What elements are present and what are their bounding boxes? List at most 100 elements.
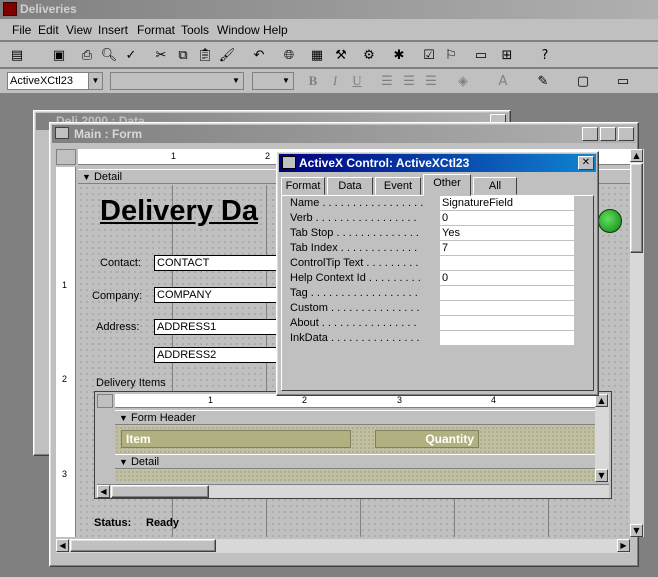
address2-field[interactable]: ADDRESS2 <box>154 347 284 363</box>
object-selector[interactable]: ActiveXCtl23 ▼ <box>7 72 103 90</box>
bold-button[interactable]: B <box>302 70 324 92</box>
subform-header-band[interactable]: Item Quantity <box>115 426 609 454</box>
special-effect-icon[interactable]: ▭ <box>612 70 634 92</box>
company-label[interactable]: Company: <box>92 290 142 302</box>
italic-button[interactable]: I <box>324 70 346 92</box>
menu-help[interactable]: Help <box>263 21 288 39</box>
paste-icon[interactable]: 📋︎ <box>194 44 216 66</box>
align-center-icon[interactable]: ☰ <box>398 70 420 92</box>
property-row-inkdata[interactable]: InkData . . . . . . . . . . . . . . . <box>282 331 574 346</box>
tab-data[interactable]: Data <box>327 177 373 195</box>
properties-dialog[interactable]: ActiveX Control: ActiveXCtl23 ✕ Format D… <box>276 151 599 396</box>
property-value[interactable] <box>440 316 574 331</box>
address1-field[interactable]: ADDRESS1 <box>154 319 284 335</box>
delivery-items-label[interactable]: Delivery Items <box>96 377 166 389</box>
align-right-icon[interactable]: ☰ <box>420 70 442 92</box>
minimize-icon[interactable]: _ <box>582 127 598 141</box>
item-column-header[interactable]: Item <box>121 430 351 448</box>
field-list-icon[interactable]: ▦ <box>306 44 328 66</box>
undo-icon[interactable]: ↶ <box>248 44 270 66</box>
scroll-right-icon[interactable]: ▶ <box>617 539 630 552</box>
property-value[interactable]: 0 <box>440 211 574 226</box>
help-icon[interactable]: ? <box>534 44 556 66</box>
property-value[interactable]: Yes <box>440 226 574 241</box>
scroll-left-icon[interactable]: ◀ <box>56 539 69 552</box>
property-value[interactable]: 7 <box>440 241 574 256</box>
property-value[interactable] <box>440 331 574 346</box>
view-icon[interactable]: ▤ <box>6 44 28 66</box>
save-icon[interactable]: ▣ <box>48 44 70 66</box>
property-row-verb[interactable]: Verb . . . . . . . . . . . . . . . . .0 <box>282 211 574 226</box>
signature-control-icon[interactable] <box>598 209 622 233</box>
scroll-left-icon[interactable]: ◀ <box>97 485 110 498</box>
format-painter-icon[interactable]: 🖌︎ <box>216 44 238 66</box>
font-color-icon[interactable]: A <box>492 70 514 92</box>
print-preview-icon[interactable]: 🔍︎ <box>98 44 120 66</box>
close-icon[interactable]: ✕ <box>618 127 634 141</box>
close-icon[interactable]: ✕ <box>578 156 594 170</box>
properties-icon[interactable]: ☑ <box>418 44 440 66</box>
scroll-down-icon[interactable]: ▼ <box>595 469 608 482</box>
maximize-icon[interactable]: □ <box>600 127 616 141</box>
border-width-icon[interactable]: ▢ <box>572 70 594 92</box>
status-label[interactable]: Status: <box>94 517 131 529</box>
tab-format[interactable]: Format <box>281 177 325 195</box>
property-row-name[interactable]: Name . . . . . . . . . . . . . . . . . Si… <box>282 196 574 211</box>
contact-label[interactable]: Contact: <box>100 257 141 269</box>
delivery-items-subform[interactable]: 1 2 3 4 ▼ Form Header Item Quantity ▼ De… <box>94 391 612 499</box>
property-row-custom[interactable]: Custom . . . . . . . . . . . . . . . <box>282 301 574 316</box>
copy-icon[interactable]: ⧉ <box>172 44 194 66</box>
menu-format[interactable]: Format <box>137 21 175 39</box>
fill-color-icon[interactable]: ◈ <box>452 70 474 92</box>
property-row-controltip[interactable]: ControlTip Text . . . . . . . . . <box>282 256 574 271</box>
scroll-thumb[interactable] <box>70 539 216 552</box>
chevron-down-icon[interactable]: ▼ <box>279 73 293 89</box>
new-object-icon[interactable]: ⊞ <box>496 44 518 66</box>
cut-icon[interactable]: ✂ <box>150 44 172 66</box>
main-form-hscrollbar[interactable]: ◀ ▶ <box>56 539 630 553</box>
quantity-column-header[interactable]: Quantity <box>375 430 479 448</box>
menu-edit[interactable]: Edit <box>38 21 59 39</box>
scroll-thumb[interactable] <box>630 163 643 253</box>
chevron-down-icon[interactable]: ▼ <box>229 73 243 89</box>
subform-hscrollbar[interactable]: ◀ <box>97 484 609 498</box>
property-row-tag[interactable]: Tag . . . . . . . . . . . . . . . . . . <box>282 286 574 301</box>
status-value[interactable]: Ready <box>146 517 179 529</box>
build-icon[interactable]: ⚐ <box>440 44 462 66</box>
font-size-select[interactable]: ▼ <box>252 72 294 90</box>
vertical-ruler[interactable]: 1 2 3 <box>56 167 76 537</box>
menu-tools[interactable]: Tools <box>181 21 209 39</box>
subform-detail-bar[interactable]: ▼ Detail <box>115 454 609 469</box>
property-value[interactable] <box>440 256 574 271</box>
subform-ruler[interactable]: 1 2 3 4 <box>115 394 609 408</box>
database-window-icon[interactable]: ▭ <box>470 44 492 66</box>
property-row-about[interactable]: About . . . . . . . . . . . . . . . . <box>282 316 574 331</box>
menu-view[interactable]: View <box>66 21 92 39</box>
property-value[interactable]: SignatureField <box>440 196 574 211</box>
scroll-up-icon[interactable]: ▲ <box>630 149 643 162</box>
property-row-tab-stop[interactable]: Tab Stop . . . . . . . . . . . . . . Yes <box>282 226 574 241</box>
ruler-corner[interactable] <box>56 149 76 165</box>
line-color-icon[interactable]: ✎ <box>532 70 554 92</box>
menu-window[interactable]: Window <box>217 21 260 39</box>
property-value[interactable]: 0 <box>440 271 574 286</box>
print-icon[interactable]: ⎙ <box>76 44 98 66</box>
spelling-icon[interactable]: ✓ <box>120 44 142 66</box>
property-row-tab-index[interactable]: Tab Index . . . . . . . . . . . . .7 <box>282 241 574 256</box>
align-left-icon[interactable]: ☰ <box>376 70 398 92</box>
company-field[interactable]: COMPANY <box>154 287 284 303</box>
scroll-down-icon[interactable]: ▼ <box>630 524 643 537</box>
tab-event[interactable]: Event <box>375 177 421 195</box>
property-row-help-context[interactable]: Help Context Id . . . . . . . . .0 <box>282 271 574 286</box>
property-value[interactable] <box>440 301 574 316</box>
tab-other[interactable]: Other <box>423 174 471 196</box>
address-label[interactable]: Address: <box>96 321 139 333</box>
underline-button[interactable]: U <box>346 70 368 92</box>
chevron-down-icon[interactable]: ▼ <box>88 73 102 89</box>
menu-file[interactable]: File <box>12 21 31 39</box>
contact-field[interactable]: CONTACT <box>154 255 284 271</box>
main-form-vscrollbar[interactable]: ▲ ▼ <box>630 149 644 537</box>
form-heading[interactable]: Delivery Da <box>100 195 258 228</box>
font-name-select[interactable]: ▼ <box>110 72 244 90</box>
code-icon[interactable]: ✱ <box>388 44 410 66</box>
